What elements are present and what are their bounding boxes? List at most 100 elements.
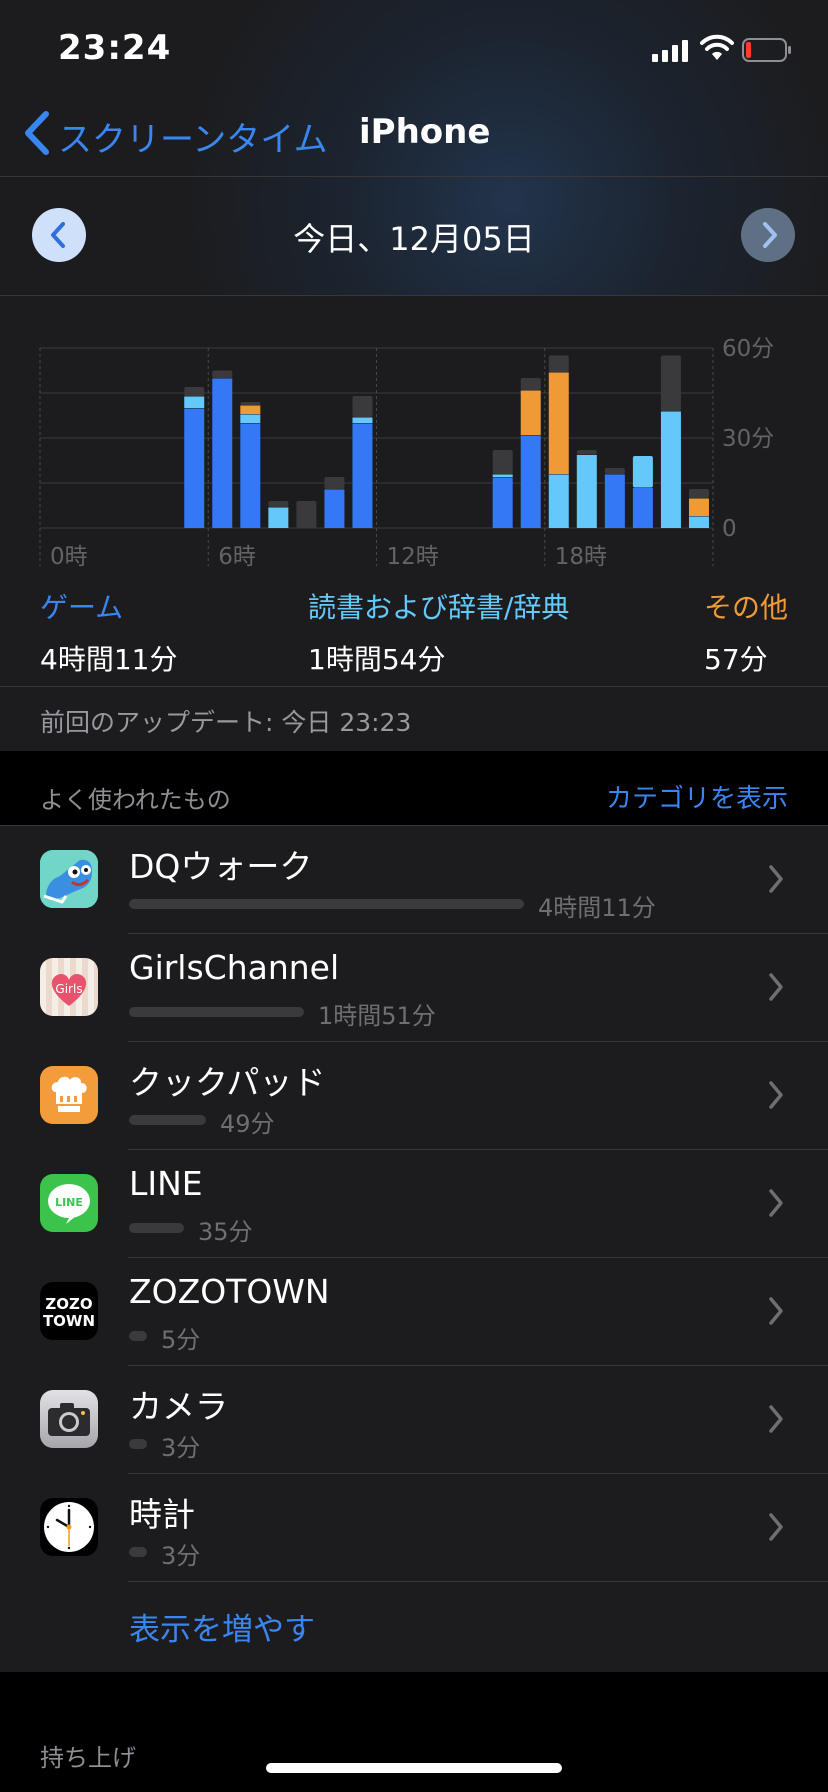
last-update-row: 前回のアップデート: 今日 23:23 <box>0 687 828 751</box>
chart-bar-segment <box>240 423 261 528</box>
chevron-right-icon <box>769 1405 783 1433</box>
x-tick-label: 6時 <box>218 544 256 570</box>
chart-bar-segment <box>576 454 597 528</box>
usage-time: 35分 <box>198 1218 253 1246</box>
section-title: よく使われたもの <box>40 786 231 814</box>
category-label: その他 <box>704 591 789 624</box>
home-indicator[interactable] <box>266 1763 562 1773</box>
app-name: 時計 <box>129 1495 195 1534</box>
x-tick-label: 18時 <box>555 544 607 570</box>
girls-channel-icon: Girls <box>40 958 98 1016</box>
chart-bar-segment <box>184 396 205 408</box>
chart-bar-segment <box>240 402 261 405</box>
app-name: カメラ <box>129 1387 228 1426</box>
chart-bar-segment <box>688 498 709 516</box>
chart-bar-segment <box>548 355 569 372</box>
chevron-right-icon <box>769 1189 783 1217</box>
chevron-right-icon <box>769 973 783 1001</box>
app-row-line[interactable]: LINE LINE 35分 <box>0 1150 828 1258</box>
navigation-bar: スクリーンタイム iPhone <box>0 100 828 176</box>
pickups-section-title: 持ち上げ <box>40 1744 136 1772</box>
usage-bar <box>129 1007 304 1017</box>
app-name: クックパッド <box>129 1063 326 1102</box>
chart-bar-segment <box>660 411 681 528</box>
category-value: 4時間11分 <box>40 643 178 676</box>
wifi-icon <box>700 34 734 60</box>
chart-bar-segment <box>604 468 625 474</box>
app-row-clock[interactable]: 時計 3分 <box>0 1474 828 1582</box>
chart-bar-segment <box>632 487 653 528</box>
date-navigator: 今日、12月05日 <box>0 178 828 294</box>
header-area: 23:24 スクリーンタイム iPhone 今日、12月05日 <box>0 0 828 296</box>
category-value: 1時間54分 <box>308 643 446 676</box>
chart-bar-segment <box>268 507 289 528</box>
battery-icon <box>742 38 791 62</box>
usage-bar <box>129 1331 147 1341</box>
y-tick-label: 30分 <box>722 426 774 452</box>
date-label: 今日、12月05日 <box>293 220 535 258</box>
y-tick-label: 60分 <box>722 336 774 362</box>
usage-chart-card: 0時 6時 12時 18時 60分 30分 0 ゲーム 4時間11分 読書および辞書/辞典 … <box>0 296 828 686</box>
chart-bar-segment <box>604 474 625 528</box>
chart-bar-segment <box>632 456 653 488</box>
category-label: 読書および辞書/辞典 <box>308 591 570 624</box>
usage-time: 3分 <box>161 1542 201 1570</box>
app-row-zozotown[interactable]: ZOZO TOWN ZOZOTOWN 5分 <box>0 1258 828 1366</box>
camera-icon <box>40 1390 98 1448</box>
category-game[interactable]: ゲーム 4時間11分 <box>40 586 177 678</box>
chart-bar-segment <box>184 408 205 528</box>
most-used-header: よく使われたもの カテゴリを表示 <box>0 752 828 826</box>
usage-time: 3分 <box>161 1434 201 1462</box>
zozotown-icon: ZOZO TOWN <box>40 1282 98 1340</box>
category-reading[interactable]: 読書および辞書/辞典 1時間54分 <box>308 586 569 678</box>
chevron-right-icon <box>769 1297 783 1325</box>
back-chevron-icon[interactable] <box>22 110 52 156</box>
usage-bar <box>129 899 524 909</box>
usage-time: 4時間11分 <box>538 894 656 922</box>
svg-text:ZOZO: ZOZO <box>45 1295 92 1313</box>
app-row-girls-channel[interactable]: Girls GirlsChannel 1時間51分 <box>0 934 828 1042</box>
next-day-button[interactable] <box>741 208 795 262</box>
y-tick-label: 0 <box>722 516 737 542</box>
usage-time: 1時間51分 <box>318 1002 436 1030</box>
chart-bar-segment <box>212 370 233 378</box>
show-more-button[interactable]: 表示を増やす <box>129 1604 315 1649</box>
chart-bar-segment <box>520 390 541 435</box>
last-update-text: 前回のアップデート: 今日 23:23 <box>40 708 412 737</box>
category-other[interactable]: その他 57分 <box>704 586 788 678</box>
app-name: GirlsChannel <box>129 948 340 987</box>
chart-bar-segment <box>660 355 681 411</box>
app-row-camera[interactable]: カメラ 3分 <box>0 1366 828 1474</box>
app-list: DQウォーク 4時間11分 Girls GirlsChannel 1時間51分 <box>0 826 828 1672</box>
chart-bar-segment <box>352 417 373 423</box>
usage-bar <box>129 1439 147 1449</box>
chevron-right-icon <box>769 865 783 893</box>
chart-bar-segment <box>548 372 569 474</box>
svg-text:TOWN: TOWN <box>43 1312 95 1330</box>
app-row-dq-walk[interactable]: DQウォーク 4時間11分 <box>0 826 828 934</box>
dq-walk-icon <box>40 850 98 908</box>
show-more-row[interactable]: 表示を増やす <box>0 1582 828 1672</box>
signal-icon <box>652 38 690 62</box>
chart-bar-segment <box>520 378 541 390</box>
show-categories-link[interactable]: カテゴリを表示 <box>606 778 788 815</box>
chart-bar-segment <box>324 477 345 489</box>
app-row-cookpad[interactable]: クックパッド 49分 <box>0 1042 828 1150</box>
chevron-right-icon <box>769 1513 783 1541</box>
chart-bar-segment <box>688 489 709 498</box>
status-bar: 23:24 <box>0 0 828 100</box>
x-tick-label: 12時 <box>387 544 439 570</box>
chart-bar-segment <box>324 489 345 528</box>
screen-time-page: 23:24 スクリーンタイム iPhone 今日、12月05日 0時 6時 12… <box>0 0 828 1792</box>
chart-bar-segment <box>492 477 513 528</box>
chart-bar-segment <box>352 396 373 417</box>
usage-bar <box>129 1223 184 1233</box>
cookpad-icon <box>40 1066 98 1124</box>
back-button[interactable]: スクリーンタイム <box>58 112 328 161</box>
svg-text:LINE: LINE <box>55 1196 83 1209</box>
hourly-usage-chart[interactable]: 0時 6時 12時 18時 60分 30分 0 <box>0 296 828 586</box>
status-time: 23:24 <box>58 28 172 68</box>
chart-bar-segment <box>184 387 205 396</box>
divider <box>0 176 828 177</box>
chart-bar-segment <box>296 501 317 528</box>
